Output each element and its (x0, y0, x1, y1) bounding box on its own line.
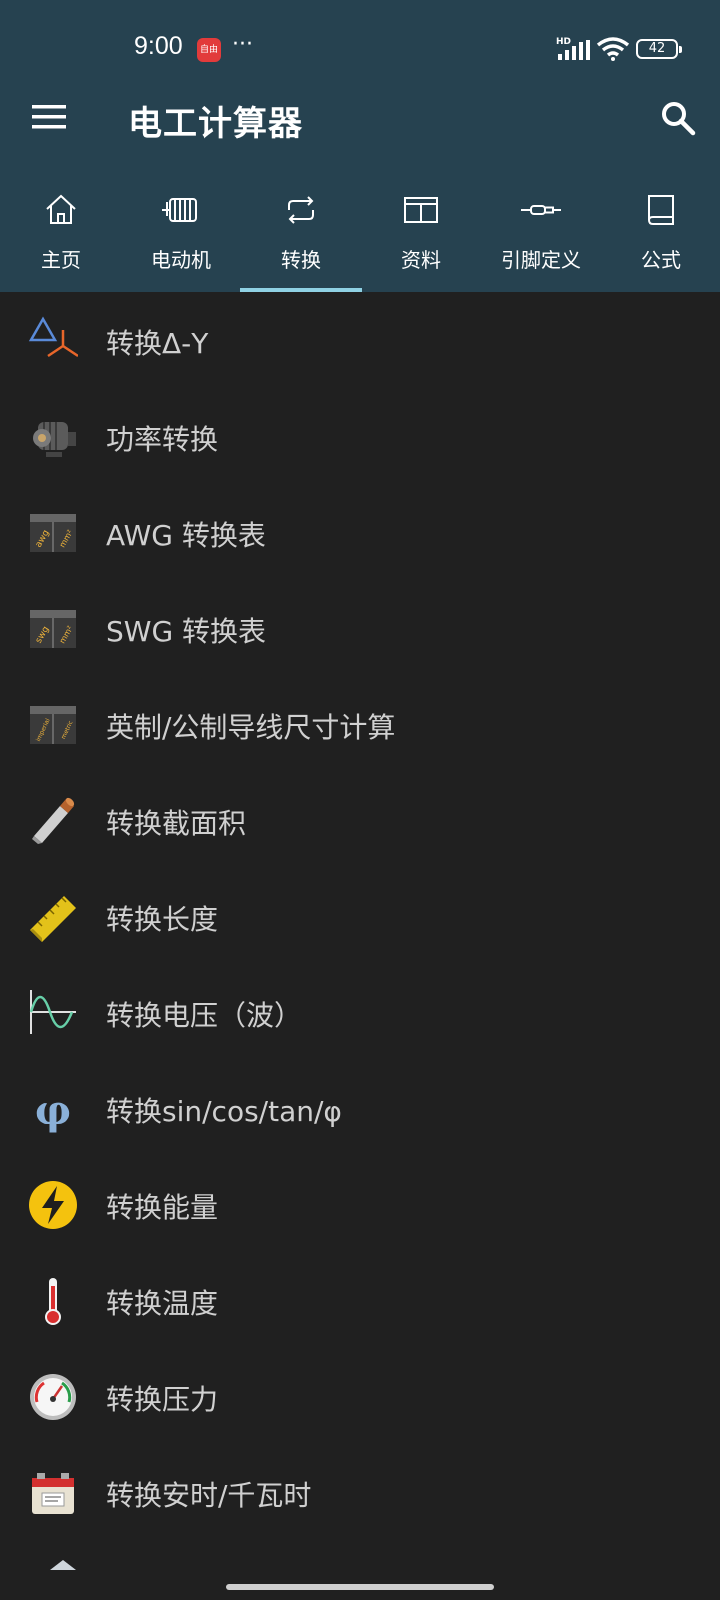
list-item-temperature[interactable]: 转换温度 (0, 1252, 720, 1348)
table-icon (404, 197, 438, 223)
list-item-imperial-metric[interactable]: imperial metric 英制/公制导线尺寸计算 (0, 676, 720, 772)
list-item-label: 转换安时/千瓦时 (106, 1479, 312, 1512)
hamburger-menu-icon[interactable] (32, 102, 66, 132)
list-item-swg[interactable]: swg mm² SWG 转换表 (0, 580, 720, 676)
lightning-icon (29, 1181, 77, 1229)
list-item-pressure[interactable]: 转换压力 (0, 1348, 720, 1444)
battery-indicator: 42 (636, 39, 682, 59)
thermometer-icon (45, 1278, 61, 1325)
awg-table-icon: awg mm² (30, 514, 76, 552)
list-item-label: AWG 转换表 (106, 519, 266, 552)
partial-item-icon (50, 1560, 76, 1570)
delta-y-icon (28, 316, 78, 358)
signal-icon (558, 40, 590, 60)
tab-motor[interactable]: 电动机 (120, 178, 242, 292)
motor-photo-icon (33, 422, 76, 457)
search-icon[interactable] (660, 100, 696, 136)
imperial-metric-icon: imperial metric (30, 706, 76, 744)
cable-icon (32, 797, 75, 844)
list-item-delta-y[interactable]: 转换Δ-Y (0, 292, 720, 388)
tab-data[interactable]: 资料 (360, 178, 482, 292)
list-item-power[interactable]: 功率转换 (0, 388, 720, 484)
tab-label: 主页 (41, 248, 81, 272)
sine-wave-icon (29, 990, 76, 1034)
motor-icon (162, 198, 197, 222)
tab-label: 资料 (401, 248, 441, 272)
list-item-label: 转换长度 (106, 903, 219, 936)
list-item-label: 转换压力 (106, 1383, 219, 1416)
book-icon (648, 195, 674, 225)
list-item-partial[interactable] (0, 1540, 720, 1600)
more-notifications-icon: ··· (232, 32, 253, 57)
wifi-icon (596, 37, 630, 61)
connector-icon (521, 205, 561, 215)
swg-table-icon: swg mm² (30, 610, 76, 648)
convert-icon (288, 196, 314, 224)
status-time: 9:00 (134, 32, 183, 60)
tab-home[interactable]: 主页 (0, 178, 122, 292)
ruler-icon (30, 896, 76, 942)
list-item-label: 转换Δ-Y (106, 327, 209, 360)
tab-label: 引脚定义 (501, 248, 581, 272)
list-item-amp-hour[interactable]: 转换安时/千瓦时 (0, 1444, 720, 1540)
list-item-label: 转换温度 (106, 1287, 219, 1320)
battery-icon (32, 1473, 74, 1514)
list-item-label: 转换电压（波） (106, 999, 303, 1032)
app-bar: 9:00 自由 ··· HD 42 电工计算器 主页 电动机 转换 资料 引脚定… (0, 0, 720, 292)
tab-label: 公式 (641, 248, 681, 272)
list-item-energy[interactable]: 转换能量 (0, 1156, 720, 1252)
list-item-label: 转换能量 (106, 1191, 219, 1224)
list-item-label: 转换截面积 (106, 807, 247, 840)
tab-label: 转换 (281, 248, 321, 272)
page-title: 电工计算器 (128, 104, 303, 144)
gauge-icon (30, 1374, 76, 1420)
list-item-cross-section[interactable]: 转换截面积 (0, 772, 720, 868)
tab-formula[interactable]: 公式 (600, 178, 720, 292)
list-item-label: SWG 转换表 (106, 615, 267, 648)
gesture-bar[interactable] (226, 1584, 494, 1590)
list-item-length[interactable]: 转换长度 (0, 868, 720, 964)
phi-text: φ (35, 1087, 71, 1134)
tab-convert[interactable]: 转换 (240, 178, 362, 292)
status-bar: 9:00 自由 ··· HD 42 (0, 0, 720, 100)
list-item-label: 转换sin/cos/tan/φ (106, 1095, 342, 1128)
phi-icon: φ (35, 1087, 71, 1134)
tab-label: 电动机 (151, 248, 211, 272)
list-item-awg[interactable]: awg mm² AWG 转换表 (0, 484, 720, 580)
list-item-voltage-wave[interactable]: 转换电压（波） (0, 964, 720, 1060)
list-item-label: 英制/公制导线尺寸计算 (106, 711, 396, 744)
home-icon (46, 194, 76, 224)
notification-app-icon: 自由 (197, 38, 221, 62)
list-item-label: 功率转换 (106, 423, 219, 456)
tab-bar: 主页 电动机 转换 资料 引脚定义 公式 (0, 178, 720, 292)
list-item-trig[interactable]: φ 转换sin/cos/tan/φ (0, 1060, 720, 1156)
tab-pinout[interactable]: 引脚定义 (480, 178, 602, 292)
